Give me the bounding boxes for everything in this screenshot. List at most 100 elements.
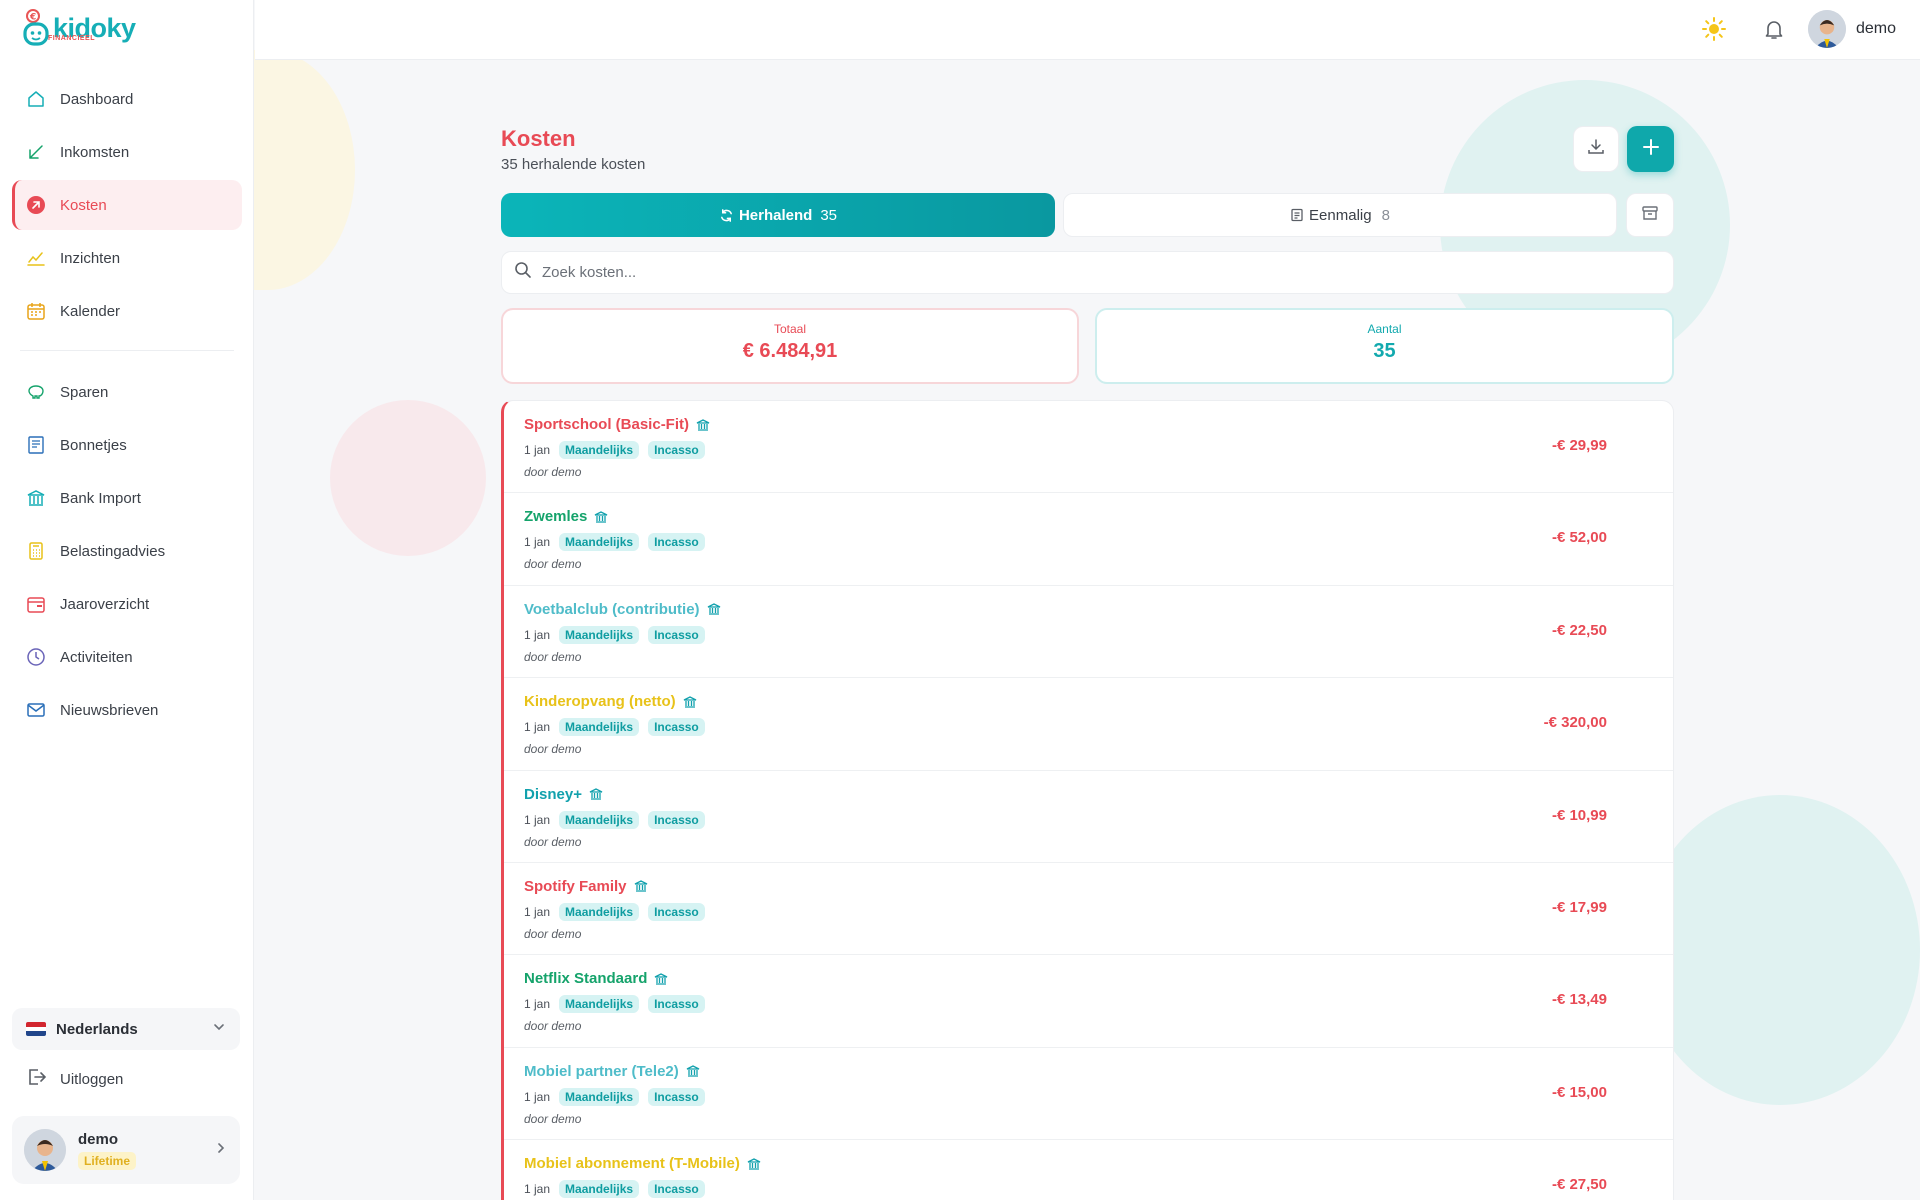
bank-icon [594, 510, 608, 524]
expense-date: 1 jan [524, 812, 551, 827]
sidebar-item-inzichten[interactable]: Inzichten [12, 233, 242, 283]
tab-recurring-label: Herhalend [738, 206, 813, 224]
document-icon [1290, 208, 1304, 222]
sun-icon[interactable] [1702, 17, 1726, 46]
sidebar-nav: Dashboard Inkomsten Kosten Inzichten Kalende… [12, 74, 242, 738]
sidebar-item-label: Bonnetjes [60, 436, 127, 454]
expense-author: door demo [524, 557, 582, 572]
add-expense-button[interactable] [1627, 126, 1674, 172]
expense-author: door demo [524, 834, 582, 849]
expense-name: Sportschool (Basic-Fit) [524, 416, 690, 433]
archive-button[interactable] [1626, 193, 1674, 237]
sidebar-item-bonnetjes[interactable]: Bonnetjes [12, 420, 242, 470]
download-button[interactable] [1573, 126, 1619, 172]
expense-title: Sportschool (Basic-Fit) [524, 416, 710, 433]
expense-meta: 1 jan Maandelijks Incasso [524, 533, 705, 552]
expense-name: Mobiel abonnement (T-Mobile) [524, 1155, 740, 1173]
archive-icon [1641, 204, 1659, 227]
chevron-right-icon [214, 1141, 228, 1160]
language-select[interactable]: Nederlands [12, 1008, 240, 1050]
expense-meta: 1 jan Maandelijks Incasso [524, 995, 705, 1014]
sidebar-item-label: Nieuwsbrieven [60, 701, 159, 719]
expense-title: Mobiel partner (Tele2) [524, 1063, 700, 1080]
expense-name: Spotify Family [524, 877, 627, 895]
expense-amount: -€ 320,00 [1543, 714, 1607, 732]
arrow-up-right-icon [25, 194, 47, 216]
payment-method-badge: Incasso [648, 718, 705, 737]
expense-title: Mobiel abonnement (T-Mobile) [524, 1155, 761, 1172]
expense-row[interactable]: Zwemles 1 jan Maandelijks Incasso door demo -… [504, 493, 1673, 586]
count-value: 35 [1373, 340, 1396, 362]
expense-date: 1 jan [524, 535, 551, 550]
payment-method-badge: Incasso [648, 902, 705, 921]
sidebar-item-jaaroverzicht[interactable]: Jaaroverzicht [12, 579, 242, 629]
expense-amount: -€ 29,99 [1551, 437, 1607, 454]
calendar-range-icon [25, 593, 47, 615]
user-profile-card[interactable]: demo Lifetime [12, 1116, 240, 1184]
expense-row[interactable]: Kinderopvang (netto) 1 jan Maandelijks Inca… [504, 678, 1673, 771]
expense-row[interactable]: Voetbalclub (contributie) 1 jan Maandelijk… [504, 586, 1673, 679]
sidebar-item-bank-import[interactable]: Bank Import [12, 473, 242, 523]
tab-one-time[interactable]: Eenmalig 8 [1063, 193, 1617, 237]
sidebar-item-sparen[interactable]: Sparen [12, 367, 242, 417]
download-icon [1587, 138, 1605, 161]
expense-title: Voetbalclub (contributie) [524, 601, 721, 618]
frequency-badge: Maandelijks [559, 533, 640, 552]
logo[interactable]: € kidoky [22, 8, 136, 48]
payment-method-badge: Incasso [648, 1180, 705, 1199]
sidebar-item-belastingadvies[interactable]: Belastingadvies [12, 526, 242, 576]
bell-icon[interactable] [1762, 17, 1786, 46]
user-name: demo [78, 1130, 119, 1148]
tab-recurring[interactable]: Herhalend 35 [501, 193, 1055, 237]
expense-name: Disney+ [524, 785, 582, 803]
expense-amount: -€ 10,99 [1551, 806, 1607, 824]
search-icon [514, 261, 532, 284]
refresh-icon [719, 208, 734, 223]
expense-amount: -€ 17,99 [1551, 898, 1607, 916]
expense-author: door demo [524, 1019, 582, 1034]
sidebar-item-kosten[interactable]: Kosten [12, 180, 242, 230]
expense-date: 1 jan [524, 1182, 551, 1197]
search-input[interactable] [542, 264, 1642, 281]
bank-icon [589, 787, 603, 801]
expense-meta: 1 jan Maandelijks Incasso [524, 625, 705, 644]
expense-author: door demo [524, 742, 582, 757]
logo-subtitle: FINANCIEEL [48, 35, 95, 42]
tab-recurring-count: 35 [820, 206, 838, 224]
topbar-username: demo [1856, 20, 1897, 37]
kidoky-logo-icon: € [22, 8, 52, 48]
expense-date: 1 jan [524, 997, 551, 1012]
sidebar-item-dashboard[interactable]: Dashboard [12, 74, 242, 124]
frequency-badge: Maandelijks [559, 1087, 640, 1106]
expense-row[interactable]: Mobiel abonnement (T-Mobile) 1 jan Maandel… [504, 1140, 1673, 1200]
sidebar-item-label: Inzichten [60, 249, 121, 267]
user-menu[interactable]: demo [1808, 10, 1896, 48]
logout-button[interactable]: Uitloggen [25, 1064, 123, 1094]
background-blob [1640, 795, 1920, 1105]
expense-row[interactable]: Sportschool (Basic-Fit) 1 jan Maandelijks I… [504, 401, 1673, 494]
page-title: Kosten [501, 126, 576, 151]
sidebar-item-nieuwsbrieven[interactable]: Nieuwsbrieven [12, 685, 242, 735]
expense-row[interactable]: Disney+ 1 jan Maandelijks Incasso door demo -… [504, 771, 1673, 863]
avatar [1808, 10, 1846, 48]
frequency-badge: Maandelijks [559, 718, 640, 737]
expense-row[interactable]: Netflix Standaard 1 jan Maandelijks Incasso… [504, 955, 1673, 1048]
expense-title: Netflix Standaard [524, 970, 668, 987]
mail-icon [25, 699, 47, 721]
sidebar-item-activiteiten[interactable]: Activiteiten [12, 632, 242, 682]
expense-list: Sportschool (Basic-Fit) 1 jan Maandelijks I… [501, 400, 1674, 1200]
svg-text:€: € [29, 13, 36, 23]
expense-date: 1 jan [524, 720, 551, 735]
sidebar-item-kalender[interactable]: Kalender [12, 286, 242, 336]
payment-method-badge: Incasso [648, 533, 705, 552]
expense-row[interactable]: Spotify Family 1 jan Maandelijks Incasso doo… [504, 863, 1673, 956]
expense-row[interactable]: Mobiel partner (Tele2) 1 jan Maandelijks In… [504, 1048, 1673, 1141]
expense-amount: -€ 13,49 [1551, 991, 1607, 1009]
payment-method-badge: Incasso [648, 1087, 705, 1106]
calendar-icon [25, 300, 47, 322]
count-stat-card: Aantal 35 [1095, 308, 1674, 384]
sidebar-item-inkomsten[interactable]: Inkomsten [12, 127, 242, 177]
expense-title: Zwemles [524, 508, 608, 525]
expense-meta: 1 jan Maandelijks Incasso [524, 718, 705, 737]
expense-meta: 1 jan Maandelijks Incasso [524, 441, 705, 459]
